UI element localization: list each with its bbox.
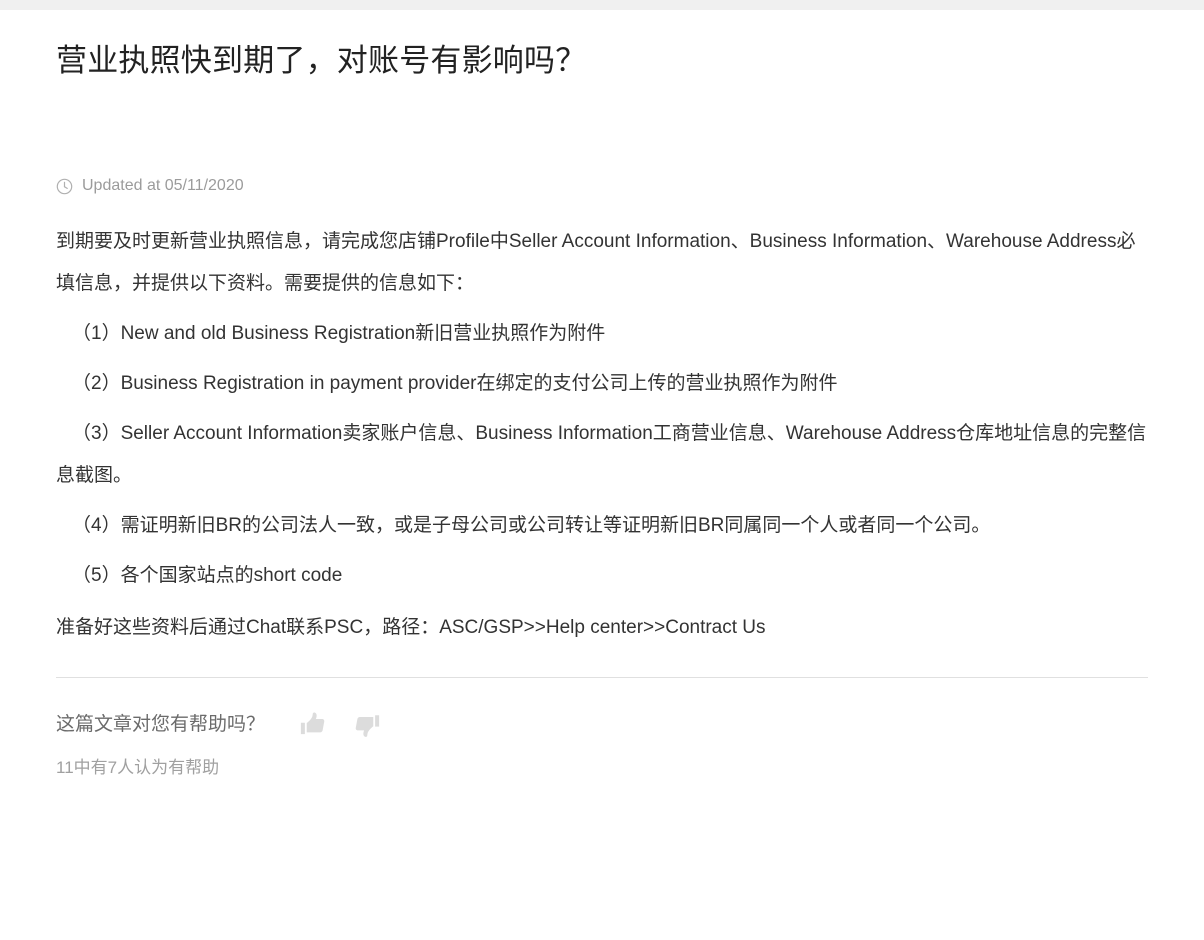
article-meta: Updated at 05/11/2020 <box>56 175 1148 197</box>
feedback-count-label: 11中有7人认为有帮助 <box>56 758 220 777</box>
feedback-row: 这篇文章对您有帮助吗？ <box>56 708 1148 742</box>
article-list-item-4: （4）需证明新旧BR的公司法人一致，或是子母公司或公司转让等证明新旧BR同属同一… <box>72 515 991 536</box>
feedback-question-label: 这篇文章对您有帮助吗？ <box>56 714 266 735</box>
article-closing-paragraph: 准备好这些资料后通过Chat联系PSC，路径：ASC/GSP>>Help cen… <box>56 617 766 638</box>
page-title: 营业执照快到期了，对账号有影响吗？ <box>56 43 587 78</box>
feedback-section: 这篇文章对您有帮助吗？ 11中有7人认为有帮助 <box>56 708 1148 780</box>
article-page: 营业执照快到期了，对账号有影响吗？ Updated at 05/11/2020 … <box>0 10 1204 780</box>
article-list-item-2: （2）Business Registration in payment prov… <box>72 373 838 394</box>
top-strip <box>0 0 1204 10</box>
article-intro-paragraph: 到期要及时更新营业执照信息，请完成您店铺Profile中Seller Accou… <box>56 231 1136 294</box>
article-list-item-5: （5）各个国家站点的short code <box>72 565 343 586</box>
updated-timestamp: Updated at 05/11/2020 <box>82 177 244 194</box>
footer-divider <box>56 677 1148 678</box>
thumbs-up-icon[interactable] <box>297 708 331 742</box>
clock-icon <box>56 178 73 195</box>
article-body: 到期要及时更新营业执照信息，请完成您店铺Profile中Seller Accou… <box>56 221 1148 649</box>
thumbs-down-icon[interactable] <box>349 708 383 742</box>
feedback-thumbs <box>297 708 401 742</box>
article-list-item-3: （3）Seller Account Information卖家账户信息、Busi… <box>56 423 1147 486</box>
article-list-item-1: （1）New and old Business Registration新旧营业… <box>72 323 606 344</box>
